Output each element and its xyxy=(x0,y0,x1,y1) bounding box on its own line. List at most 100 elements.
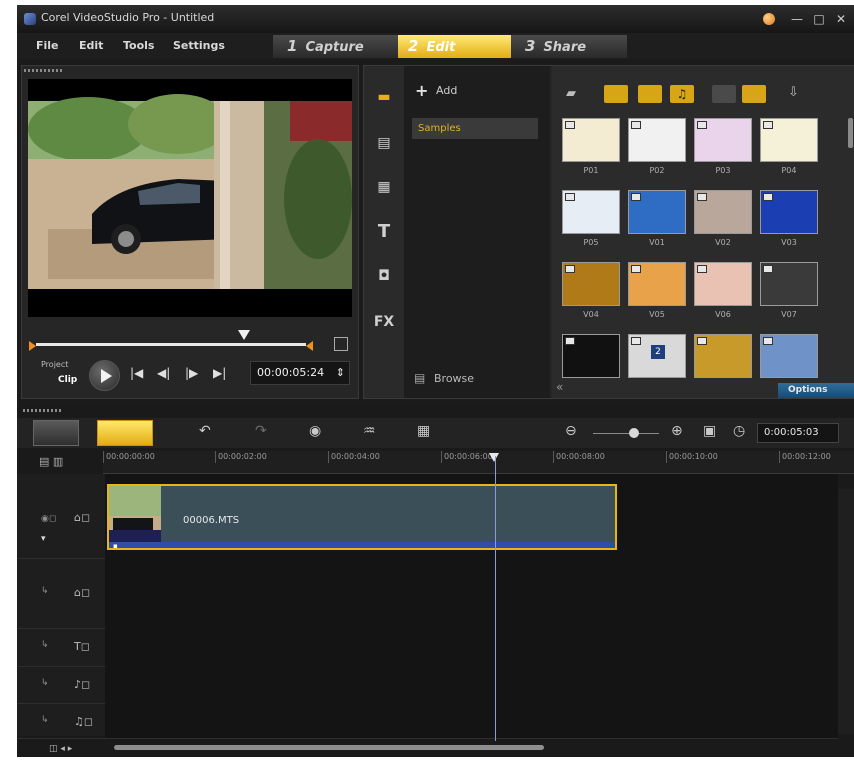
transition-icon[interactable]: ▦ xyxy=(372,176,396,198)
options-button[interactable]: Options xyxy=(778,383,854,398)
show-photos-icon[interactable] xyxy=(638,85,662,103)
sort-icon[interactable]: ⇩ xyxy=(788,85,799,100)
track-toggle-icon[interactable]: ◉◻ xyxy=(41,514,56,524)
browse-button[interactable]: Browse xyxy=(434,372,474,385)
media-thumbnail[interactable] xyxy=(694,190,752,234)
trim-start-marker[interactable] xyxy=(29,341,36,351)
list-view-icon[interactable] xyxy=(712,85,736,103)
video-clip[interactable]: 00006.MTS ▪ xyxy=(107,484,617,550)
media-thumbnail[interactable] xyxy=(562,190,620,234)
mode-project-toggle[interactable]: Project xyxy=(41,360,68,369)
scrubber-track[interactable] xyxy=(36,343,306,346)
menu-tools[interactable]: Tools xyxy=(123,39,154,52)
storyboard-view-button[interactable] xyxy=(33,420,79,446)
graphic-icon[interactable]: ◘ xyxy=(372,265,396,287)
zoom-out-icon[interactable]: ⊖ xyxy=(565,423,577,439)
timeline-vertical-scrollbar[interactable] xyxy=(838,489,854,734)
panel-grip-icon[interactable] xyxy=(23,409,63,412)
step-tab-capture[interactable]: 1 Capture xyxy=(273,35,398,58)
video-track-icon[interactable]: ⌂◻ xyxy=(74,511,90,524)
media-thumbnail[interactable] xyxy=(562,262,620,306)
folder-item-samples[interactable]: Samples xyxy=(412,118,538,139)
menu-edit[interactable]: Edit xyxy=(79,39,103,52)
close-button[interactable]: ✕ xyxy=(832,10,850,28)
step-tab-edit[interactable]: 2 Edit xyxy=(398,35,511,58)
library-scrollbar[interactable] xyxy=(848,118,853,148)
title-track[interactable] xyxy=(105,628,838,667)
menu-settings[interactable]: Settings xyxy=(173,39,225,52)
track-toggle-icon[interactable]: ↳ xyxy=(41,715,49,725)
playhead-handle[interactable] xyxy=(489,453,499,462)
voice-track[interactable] xyxy=(105,666,838,704)
add-folder-button[interactable]: Add xyxy=(436,84,457,97)
zoom-slider-handle[interactable] xyxy=(629,428,639,438)
undo-icon[interactable]: ↶ xyxy=(199,423,211,439)
media-thumbnail[interactable] xyxy=(694,118,752,162)
title-track-icon[interactable]: T◻ xyxy=(74,640,90,653)
title-icon[interactable]: T xyxy=(372,221,396,243)
thumbnail-view-icon[interactable] xyxy=(742,85,766,103)
end-button[interactable]: ▶| xyxy=(213,366,226,380)
zoom-slider-track[interactable] xyxy=(593,433,659,434)
track-toggle-icon[interactable]: ↳ xyxy=(41,586,49,596)
zoom-in-icon[interactable]: ⊕ xyxy=(671,423,683,439)
media-thumbnail[interactable] xyxy=(628,118,686,162)
step-tab-share[interactable]: 3 Share xyxy=(511,35,627,58)
media-thumbnail[interactable] xyxy=(760,262,818,306)
enlarge-preview-icon[interactable] xyxy=(334,337,348,351)
media-icon[interactable]: ▬ xyxy=(372,86,396,108)
mode-clip-toggle[interactable]: Clip xyxy=(58,375,77,385)
time-ruler[interactable]: 00:00:00:00 00:00:02:00 00:00:04:00 00:0… xyxy=(103,451,854,474)
scrubber-handle[interactable] xyxy=(237,330,250,340)
overlay-track[interactable] xyxy=(105,558,838,629)
instant-project-icon[interactable]: ▤ xyxy=(372,132,396,154)
import-folder-icon[interactable]: ▰ xyxy=(566,86,576,101)
help-orb-icon[interactable] xyxy=(763,13,775,25)
media-thumbnail[interactable]: 2 xyxy=(628,334,686,378)
show-videos-icon[interactable] xyxy=(604,85,628,103)
preview-window[interactable] xyxy=(28,79,352,317)
track-toggle-icon[interactable]: ↳ xyxy=(41,640,49,650)
media-thumbnail[interactable] xyxy=(760,118,818,162)
auto-music-icon[interactable]: ▦ xyxy=(417,423,430,439)
media-thumbnail[interactable] xyxy=(694,262,752,306)
media-thumbnail[interactable] xyxy=(628,262,686,306)
timecode-field[interactable]: 00:00:05:24 ⇕ xyxy=(250,361,350,385)
play-button[interactable] xyxy=(89,360,120,391)
collapse-library-icon[interactable]: « xyxy=(556,380,563,394)
scroll-controls-icon[interactable]: ◫ ◂ ▸ xyxy=(49,744,72,754)
spin-arrows-icon[interactable]: ⇕ xyxy=(336,362,345,384)
timeline-view-button[interactable] xyxy=(97,420,153,446)
fit-project-icon[interactable]: ▣ xyxy=(703,423,716,439)
media-thumbnail[interactable] xyxy=(562,118,620,162)
sound-mixer-icon[interactable]: ♒ xyxy=(363,423,376,439)
next-frame-button[interactable]: |▶ xyxy=(185,366,198,380)
filter-icon[interactable]: FX xyxy=(372,311,396,333)
trim-end-marker[interactable] xyxy=(306,341,313,351)
panel-grip-icon[interactable] xyxy=(24,69,64,72)
track-toggle-icon[interactable]: ↳ xyxy=(41,678,49,688)
overlay-track-icon[interactable]: ⌂◻ xyxy=(74,586,90,599)
media-thumbnail[interactable] xyxy=(760,190,818,234)
music-track-icon[interactable]: ♫◻ xyxy=(74,715,93,728)
browse-icon[interactable]: ▤ xyxy=(414,371,425,385)
show-all-tracks-icon[interactable]: ▤ ▥ xyxy=(39,455,63,468)
maximize-button[interactable]: □ xyxy=(810,10,828,28)
media-thumbnail[interactable] xyxy=(628,190,686,234)
previous-frame-button[interactable]: ◀| xyxy=(157,366,170,380)
add-folder-icon[interactable]: + xyxy=(415,81,428,100)
minimize-button[interactable]: — xyxy=(788,10,806,28)
show-audio-icon[interactable]: ♫ xyxy=(670,85,694,103)
home-button[interactable]: |◀ xyxy=(130,366,143,380)
track-expand-icon[interactable]: ▾ xyxy=(41,534,46,544)
redo-icon[interactable]: ↷ xyxy=(255,423,267,439)
media-thumbnail[interactable] xyxy=(562,334,620,378)
menu-file[interactable]: File xyxy=(36,39,59,52)
media-thumbnail[interactable] xyxy=(760,334,818,378)
media-thumbnail[interactable] xyxy=(694,334,752,378)
timeline-horizontal-scrollbar[interactable] xyxy=(114,745,544,750)
timeline-timecode[interactable]: 0:00:05:03 xyxy=(757,423,839,443)
music-track[interactable] xyxy=(105,703,838,739)
record-capture-icon[interactable]: ◉ xyxy=(309,423,321,439)
voice-track-icon[interactable]: ♪◻ xyxy=(74,678,90,691)
